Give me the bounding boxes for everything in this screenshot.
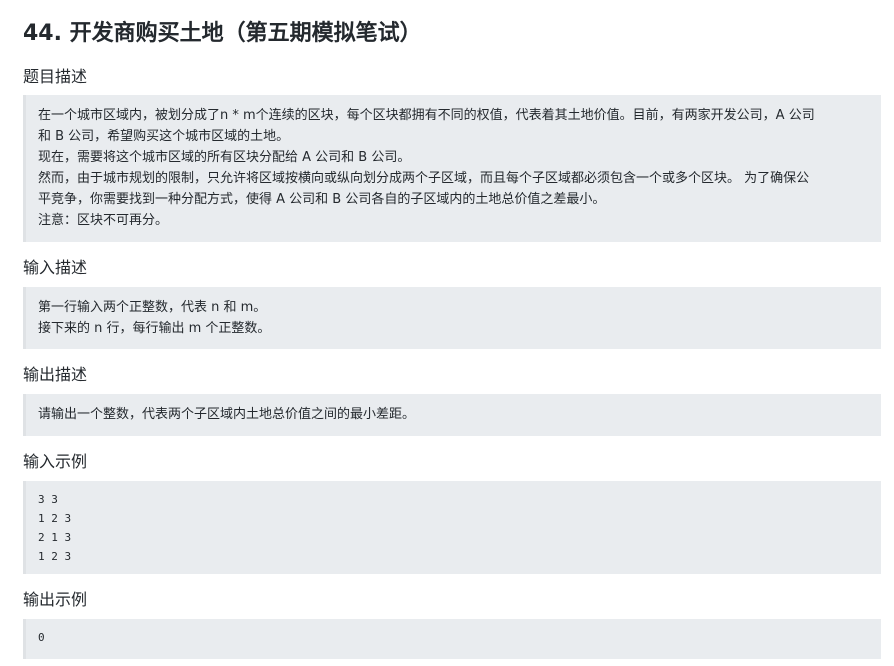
- code-line: 2 1 3: [38, 531, 72, 544]
- code-line: 3 3: [38, 493, 58, 506]
- input-description-box: 第一行输入两个正整数，代表 n 和 m。 接下来的 n 行，每行输出 m 个正整…: [23, 287, 881, 349]
- input-description-line: 接下来的 n 行，每行输出 m 个正整数。: [38, 321, 271, 336]
- code-line: 0: [38, 631, 45, 644]
- section-heading-input-example: 输入示例: [23, 452, 88, 471]
- description-line: 平竞争，你需要找到一种分配方式，使得 A 公司和 B 公司各自的子区域内的土地总…: [38, 192, 606, 207]
- input-example-code: 3 3 1 2 3 2 1 3 1 2 3: [23, 481, 881, 574]
- description-line: 和 B 公司，希望购买这个城市区域的土地。: [38, 129, 290, 144]
- output-description-line: 请输出一个整数，代表两个子区域内土地总价值之间的最小差距。: [38, 407, 416, 422]
- description-line: 然而，由于城市规划的限制，只允许将区域按横向或纵向划分成两个子区域，而且每个子区…: [38, 171, 810, 186]
- description-line: 现在，需要将这个城市区域的所有区块分配给 A 公司和 B 公司。: [38, 150, 411, 165]
- section-heading-output: 输出描述: [23, 365, 88, 384]
- output-description-box: 请输出一个整数，代表两个子区域内土地总价值之间的最小差距。: [23, 394, 881, 436]
- section-heading-input: 输入描述: [23, 258, 88, 277]
- page-title: 44. 开发商购买土地（第五期模拟笔试）: [23, 21, 422, 46]
- section-heading-output-example: 输出示例: [23, 590, 88, 609]
- problem-page: 44. 开发商购买土地（第五期模拟笔试） 题目描述 在一个城市区域内，被划分成了…: [23, 0, 881, 659]
- input-description-line: 第一行输入两个正整数，代表 n 和 m。: [38, 300, 267, 315]
- description-box: 在一个城市区域内，被划分成了n * m个连续的区块，每个区块都拥有不同的权值，代…: [23, 95, 881, 242]
- section-heading-description: 题目描述: [23, 67, 88, 86]
- description-line: 注意：区块不可再分。: [38, 213, 169, 228]
- description-line: 在一个城市区域内，被划分成了n * m个连续的区块，每个区块都拥有不同的权值，代…: [38, 108, 815, 123]
- output-example-code: 0: [23, 619, 881, 659]
- code-line: 1 2 3: [38, 512, 72, 525]
- code-line: 1 2 3: [38, 550, 72, 563]
